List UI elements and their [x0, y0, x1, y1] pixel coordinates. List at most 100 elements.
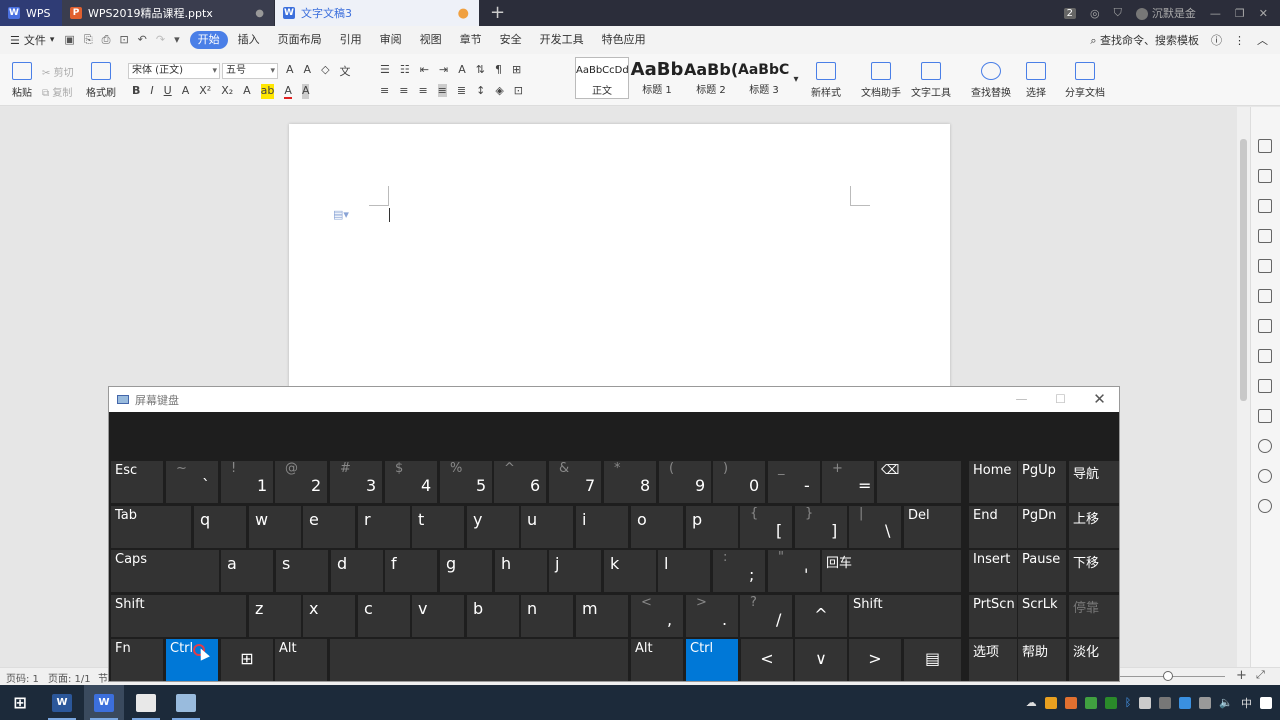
osk-key-h[interactable]: h — [495, 550, 547, 592]
help-icon[interactable]: ⓘ — [1211, 32, 1222, 48]
osk-nav-key[interactable]: 淡化 — [1069, 639, 1119, 681]
osk-key-'[interactable]: " ' — [768, 550, 820, 592]
menu-view[interactable]: 视图 — [412, 31, 450, 49]
menu-home[interactable]: 开始 — [189, 31, 228, 49]
osk-key-y[interactable]: y — [467, 506, 519, 548]
osk-key-p[interactable]: p — [686, 506, 738, 548]
grow-font-icon[interactable]: A — [286, 63, 294, 79]
save-icon[interactable]: ▣ — [64, 33, 74, 47]
shading-icon[interactable]: ◈ — [495, 84, 503, 97]
user-area[interactable]: 沉默是金 — [1135, 5, 1196, 21]
cut-button[interactable]: ✂ 剪切 — [42, 64, 82, 79]
osk-key-l[interactable]: l — [658, 550, 710, 592]
print-preview-icon[interactable]: ⊡ — [119, 33, 128, 47]
osk-key-ctrl[interactable]: Ctrl — [686, 639, 738, 681]
fullscreen-icon[interactable]: ⤢ — [1256, 668, 1265, 682]
onedrive-icon[interactable]: ☁ — [1026, 696, 1037, 709]
strikethrough-icon[interactable]: A — [182, 84, 190, 99]
osk-key-;[interactable]: :; — [713, 550, 765, 592]
style-normal[interactable]: AaBbCcDd 正文 — [575, 57, 629, 99]
osk-minimize-icon[interactable]: — — [1002, 387, 1041, 412]
justify-icon[interactable]: ≡ — [437, 84, 447, 97]
osk-nav-key[interactable]: Insert — [969, 550, 1017, 592]
osk-key-2[interactable]: @2 — [275, 461, 327, 503]
osk-key-x[interactable]: x — [303, 595, 355, 637]
osk-key-,[interactable]: <, — [631, 595, 683, 637]
menu-insert[interactable]: 插入 — [230, 31, 268, 49]
increase-indent-icon[interactable]: ⇥ — [439, 63, 448, 76]
osk-key-t[interactable]: t — [412, 506, 464, 548]
line-spacing-icon[interactable]: ↕ — [476, 84, 485, 97]
command-search[interactable]: ⌕ 查找命令、搜索模板 — [1090, 32, 1199, 48]
text-effect-icon[interactable]: A — [243, 84, 251, 99]
osk-key-a[interactable]: a — [221, 550, 273, 592]
align-center-icon[interactable]: ≡ — [399, 84, 408, 97]
menu-review[interactable]: 审阅 — [372, 31, 410, 49]
tray-folder-icon[interactable] — [1064, 696, 1077, 709]
close-icon[interactable]: ✕ — [1259, 7, 1268, 20]
osk-nav-key[interactable]: 上移 — [1069, 506, 1119, 548]
file-menu-button[interactable]: ☰ 文件 ▾ — [10, 32, 54, 48]
osk-key-/[interactable]: ? / — [740, 595, 792, 637]
osk-key-1[interactable]: ! 1 — [221, 461, 273, 503]
osk-nav-key[interactable]: PgUp — [1018, 461, 1066, 503]
tab-ppt-file[interactable]: P WPS2019精品课程.pptx ● — [62, 0, 274, 26]
settings-sliders-icon[interactable] — [1258, 229, 1272, 243]
osk-key-alt[interactable]: Alt — [631, 639, 683, 681]
collapse-ribbon-icon[interactable]: ︿ — [1257, 32, 1268, 48]
menu-page-layout[interactable]: 页面布局 — [270, 31, 330, 49]
format-painter-button[interactable]: 格式刷 — [84, 62, 118, 99]
find-replace-button[interactable]: 查找替换 — [966, 62, 1016, 99]
skin-icon[interactable]: ◎ — [1090, 7, 1100, 20]
osk-nav-key[interactable]: 帮助 — [1018, 639, 1066, 681]
osk-key-u[interactable]: u — [521, 506, 573, 548]
osk-key-r[interactable]: r — [358, 506, 410, 548]
osk-key-9[interactable]: (9 — [659, 461, 711, 503]
osk-key-6[interactable]: ^ 6 — [494, 461, 546, 503]
osk-key-z[interactable]: z — [249, 595, 301, 637]
number-list-icon[interactable]: ☷ — [400, 63, 410, 76]
osk-key-shift[interactable]: Shift — [111, 595, 246, 637]
minimize-icon[interactable]: — — [1210, 7, 1221, 20]
osk-nav-key[interactable]: End — [969, 506, 1017, 548]
highlight-icon[interactable]: ab — [260, 84, 275, 99]
document-page[interactable]: ▤▾ — [289, 124, 950, 424]
menu-developer[interactable]: 开发工具 — [532, 31, 592, 49]
tab-close-icon[interactable]: ● — [255, 8, 264, 19]
shrink-font-icon[interactable]: A — [304, 63, 312, 79]
print-icon[interactable]: ⎙ — [102, 33, 111, 47]
window-count-badge[interactable]: 2 — [1063, 7, 1077, 19]
table-insert-icon[interactable]: ⊞ — [512, 63, 521, 76]
image-icon[interactable] — [1258, 409, 1272, 423]
osk-key-4[interactable]: $4 — [385, 461, 437, 503]
zoom-slider-knob[interactable] — [1163, 671, 1173, 681]
translate-icon[interactable] — [1258, 349, 1272, 363]
osk-key-alt[interactable]: Alt — [275, 639, 327, 681]
osk-key-.[interactable]: >. — [686, 595, 738, 637]
osk-key-0[interactable]: ) 0 — [713, 461, 765, 503]
bluetooth-icon[interactable]: ᛒ — [1125, 696, 1132, 709]
osk-key-fn[interactable]: Fn — [111, 639, 163, 681]
osk-key--[interactable]: _ - — [768, 461, 820, 503]
osk-key-回车[interactable]: 回车 — [822, 550, 961, 592]
bullet-list-icon[interactable]: ☰ — [380, 63, 390, 76]
ime-indicator[interactable]: 中 — [1241, 695, 1252, 711]
osk-nav-key[interactable]: 导航 — [1069, 461, 1119, 503]
subscript-icon[interactable]: X₂ — [221, 84, 233, 99]
osk-key-o[interactable]: o — [631, 506, 683, 548]
tab-doc-file[interactable]: W 文字文稿3 ● — [275, 0, 479, 26]
osk-key-symbol[interactable]: ^ — [795, 595, 847, 637]
italic-icon[interactable]: I — [150, 84, 153, 99]
osk-key-8[interactable]: * 8 — [604, 461, 656, 503]
zoom-in-icon[interactable]: + — [1236, 668, 1247, 683]
star-icon[interactable] — [1258, 289, 1272, 303]
volume-icon[interactable]: 🔈 — [1219, 696, 1233, 709]
osk-nav-key[interactable]: PrtScn — [969, 595, 1017, 637]
style-heading-2[interactable]: AaBb( 标题 2 — [684, 57, 738, 99]
osk-nav-key[interactable]: ScrLk — [1018, 595, 1066, 637]
archive-icon[interactable] — [1258, 379, 1272, 393]
osk-key-\[interactable]: | \ — [849, 506, 901, 548]
new-tab-button[interactable]: + — [490, 2, 505, 23]
backup-icon[interactable] — [1258, 439, 1272, 453]
undo-icon[interactable]: ↶ — [138, 33, 147, 47]
